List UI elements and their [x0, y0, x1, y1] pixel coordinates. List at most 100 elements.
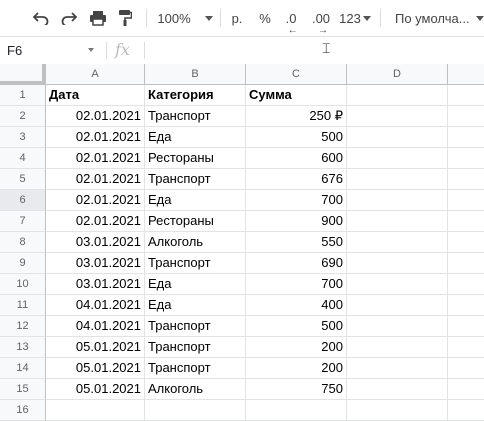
cell[interactable]: 02.01.2021: [46, 211, 145, 232]
cell[interactable]: [448, 379, 484, 400]
cell[interactable]: [347, 106, 448, 127]
cell[interactable]: 500: [246, 127, 347, 148]
cell[interactable]: [347, 253, 448, 274]
cell[interactable]: 250 ₽: [246, 106, 347, 127]
cell[interactable]: [448, 253, 484, 274]
cell[interactable]: Рестораны: [145, 211, 246, 232]
cell[interactable]: Рестораны: [145, 148, 246, 169]
cell[interactable]: [448, 232, 484, 253]
cell[interactable]: [448, 274, 484, 295]
cell[interactable]: [347, 127, 448, 148]
cell[interactable]: 05.01.2021: [46, 358, 145, 379]
cell[interactable]: [448, 190, 484, 211]
cell[interactable]: 02.01.2021: [46, 148, 145, 169]
font-select[interactable]: По умолча...: [390, 8, 484, 28]
column-header-c[interactable]: C: [246, 64, 347, 85]
cell[interactable]: 03.01.2021: [46, 274, 145, 295]
cell[interactable]: Транспорт: [145, 169, 246, 190]
cell[interactable]: [347, 148, 448, 169]
cell[interactable]: Алкоголь: [145, 232, 246, 253]
row-header[interactable]: 14: [0, 358, 46, 379]
cell[interactable]: Транспорт: [145, 358, 246, 379]
print-button[interactable]: [86, 8, 110, 28]
cell[interactable]: Еда: [145, 190, 246, 211]
redo-button[interactable]: [58, 8, 80, 28]
cell[interactable]: Транспорт: [145, 253, 246, 274]
cell[interactable]: [448, 85, 484, 106]
cell[interactable]: 500: [246, 316, 347, 337]
cell[interactable]: 700: [246, 190, 347, 211]
decrease-decimal-button[interactable]: .0 ←: [282, 8, 300, 36]
cell[interactable]: Транспорт: [145, 316, 246, 337]
cell[interactable]: 05.01.2021: [46, 379, 145, 400]
cell[interactable]: 600: [246, 148, 347, 169]
cell[interactable]: 02.01.2021: [46, 169, 145, 190]
cell[interactable]: [46, 400, 145, 421]
column-header-b[interactable]: B: [145, 64, 246, 85]
row-header[interactable]: 7: [0, 211, 46, 232]
row-header[interactable]: 8: [0, 232, 46, 253]
cell[interactable]: 676: [246, 169, 347, 190]
row-header[interactable]: 9: [0, 253, 46, 274]
cell[interactable]: [448, 148, 484, 169]
cell[interactable]: [347, 316, 448, 337]
percent-format-button[interactable]: %: [256, 8, 274, 28]
cell[interactable]: Еда: [145, 127, 246, 148]
cell[interactable]: [448, 358, 484, 379]
cell[interactable]: 04.01.2021: [46, 316, 145, 337]
cell[interactable]: Еда: [145, 295, 246, 316]
cell[interactable]: Еда: [145, 274, 246, 295]
row-header[interactable]: 13: [0, 337, 46, 358]
cell[interactable]: [448, 337, 484, 358]
cell[interactable]: [347, 400, 448, 421]
cell[interactable]: 200: [246, 358, 347, 379]
cell[interactable]: 200: [246, 337, 347, 358]
cell[interactable]: [347, 232, 448, 253]
cell[interactable]: [448, 106, 484, 127]
cell[interactable]: [448, 316, 484, 337]
cell[interactable]: [448, 295, 484, 316]
cell[interactable]: [448, 169, 484, 190]
select-all-corner[interactable]: [0, 64, 46, 85]
cell[interactable]: Категория: [145, 85, 246, 106]
cell[interactable]: [448, 400, 484, 421]
cell[interactable]: [347, 211, 448, 232]
cell[interactable]: Транспорт: [145, 337, 246, 358]
cell[interactable]: [347, 274, 448, 295]
row-header[interactable]: 6: [0, 190, 46, 211]
increase-decimal-button[interactable]: .00 →: [310, 8, 332, 36]
cell[interactable]: [347, 85, 448, 106]
row-header[interactable]: 4: [0, 148, 46, 169]
cell[interactable]: Транспорт: [145, 106, 246, 127]
row-header[interactable]: 16: [0, 400, 46, 421]
row-header[interactable]: 15: [0, 379, 46, 400]
row-header[interactable]: 2: [0, 106, 46, 127]
cell[interactable]: [347, 358, 448, 379]
cell[interactable]: 550: [246, 232, 347, 253]
currency-format-button[interactable]: р.: [228, 8, 246, 28]
cell[interactable]: Алкоголь: [145, 379, 246, 400]
cell[interactable]: 02.01.2021: [46, 190, 145, 211]
cell[interactable]: 400: [246, 295, 347, 316]
cell[interactable]: 700: [246, 274, 347, 295]
row-header[interactable]: 5: [0, 169, 46, 190]
row-header[interactable]: 11: [0, 295, 46, 316]
cell[interactable]: 03.01.2021: [46, 232, 145, 253]
row-header[interactable]: 10: [0, 274, 46, 295]
row-header[interactable]: 3: [0, 127, 46, 148]
cell[interactable]: [347, 295, 448, 316]
cell[interactable]: 05.01.2021: [46, 337, 145, 358]
column-header-e[interactable]: [448, 64, 484, 85]
zoom-select[interactable]: 100%: [156, 8, 214, 28]
cell[interactable]: [448, 211, 484, 232]
cell[interactable]: 750: [246, 379, 347, 400]
cell[interactable]: 03.01.2021: [46, 253, 145, 274]
cell[interactable]: [347, 337, 448, 358]
column-header-a[interactable]: A: [46, 64, 145, 85]
cell[interactable]: [347, 190, 448, 211]
cell[interactable]: 900: [246, 211, 347, 232]
cell[interactable]: 02.01.2021: [46, 127, 145, 148]
row-header[interactable]: 1: [0, 85, 46, 106]
number-format-select[interactable]: 123: [338, 8, 372, 28]
formula-input[interactable]: [150, 37, 484, 64]
